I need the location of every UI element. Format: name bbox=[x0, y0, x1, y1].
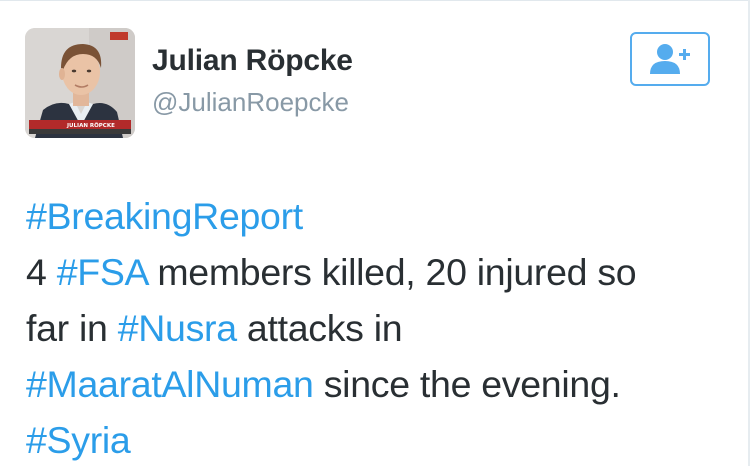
tweet-text-segment: 4 bbox=[26, 251, 57, 293]
hashtag-link[interactable]: #Syria bbox=[26, 419, 131, 461]
tweet-line: #MaaratAlNuman since the evening. bbox=[26, 356, 726, 412]
tweet-text-segment: members killed, 20 injured so bbox=[147, 251, 637, 293]
tweet-text-segment: far in bbox=[26, 307, 118, 349]
hashtag-link[interactable]: #BreakingReport bbox=[26, 195, 303, 237]
avatar-photo: JULIAN RÖPCKE bbox=[25, 28, 135, 138]
hashtag-link[interactable]: #FSA bbox=[57, 251, 148, 293]
tweet-line: 4 #FSA members killed, 20 injured so bbox=[26, 244, 726, 300]
hashtag-link[interactable]: #Nusra bbox=[118, 307, 237, 349]
author-handle[interactable]: @JulianRoepcke bbox=[152, 87, 349, 118]
tweet-text-segment: attacks in bbox=[236, 307, 403, 349]
follow-button[interactable] bbox=[630, 32, 710, 86]
tweet-line: #BreakingReport bbox=[26, 188, 726, 244]
hashtag-link[interactable]: #MaaratAlNuman bbox=[26, 363, 314, 405]
avatar-caption: JULIAN RÖPCKE bbox=[66, 122, 115, 129]
avatar[interactable]: JULIAN RÖPCKE bbox=[25, 28, 135, 138]
tweet-line: #Syria bbox=[26, 412, 726, 468]
tweet-text-segment: since the evening. bbox=[313, 363, 621, 405]
author-name[interactable]: Julian Röpcke bbox=[152, 44, 353, 78]
add-user-icon bbox=[650, 44, 690, 74]
tweet-text: #BreakingReport 4 #FSA members killed, 2… bbox=[26, 188, 726, 468]
tweet-line: far in #Nusra attacks in bbox=[26, 300, 726, 356]
top-divider bbox=[0, 0, 750, 1]
